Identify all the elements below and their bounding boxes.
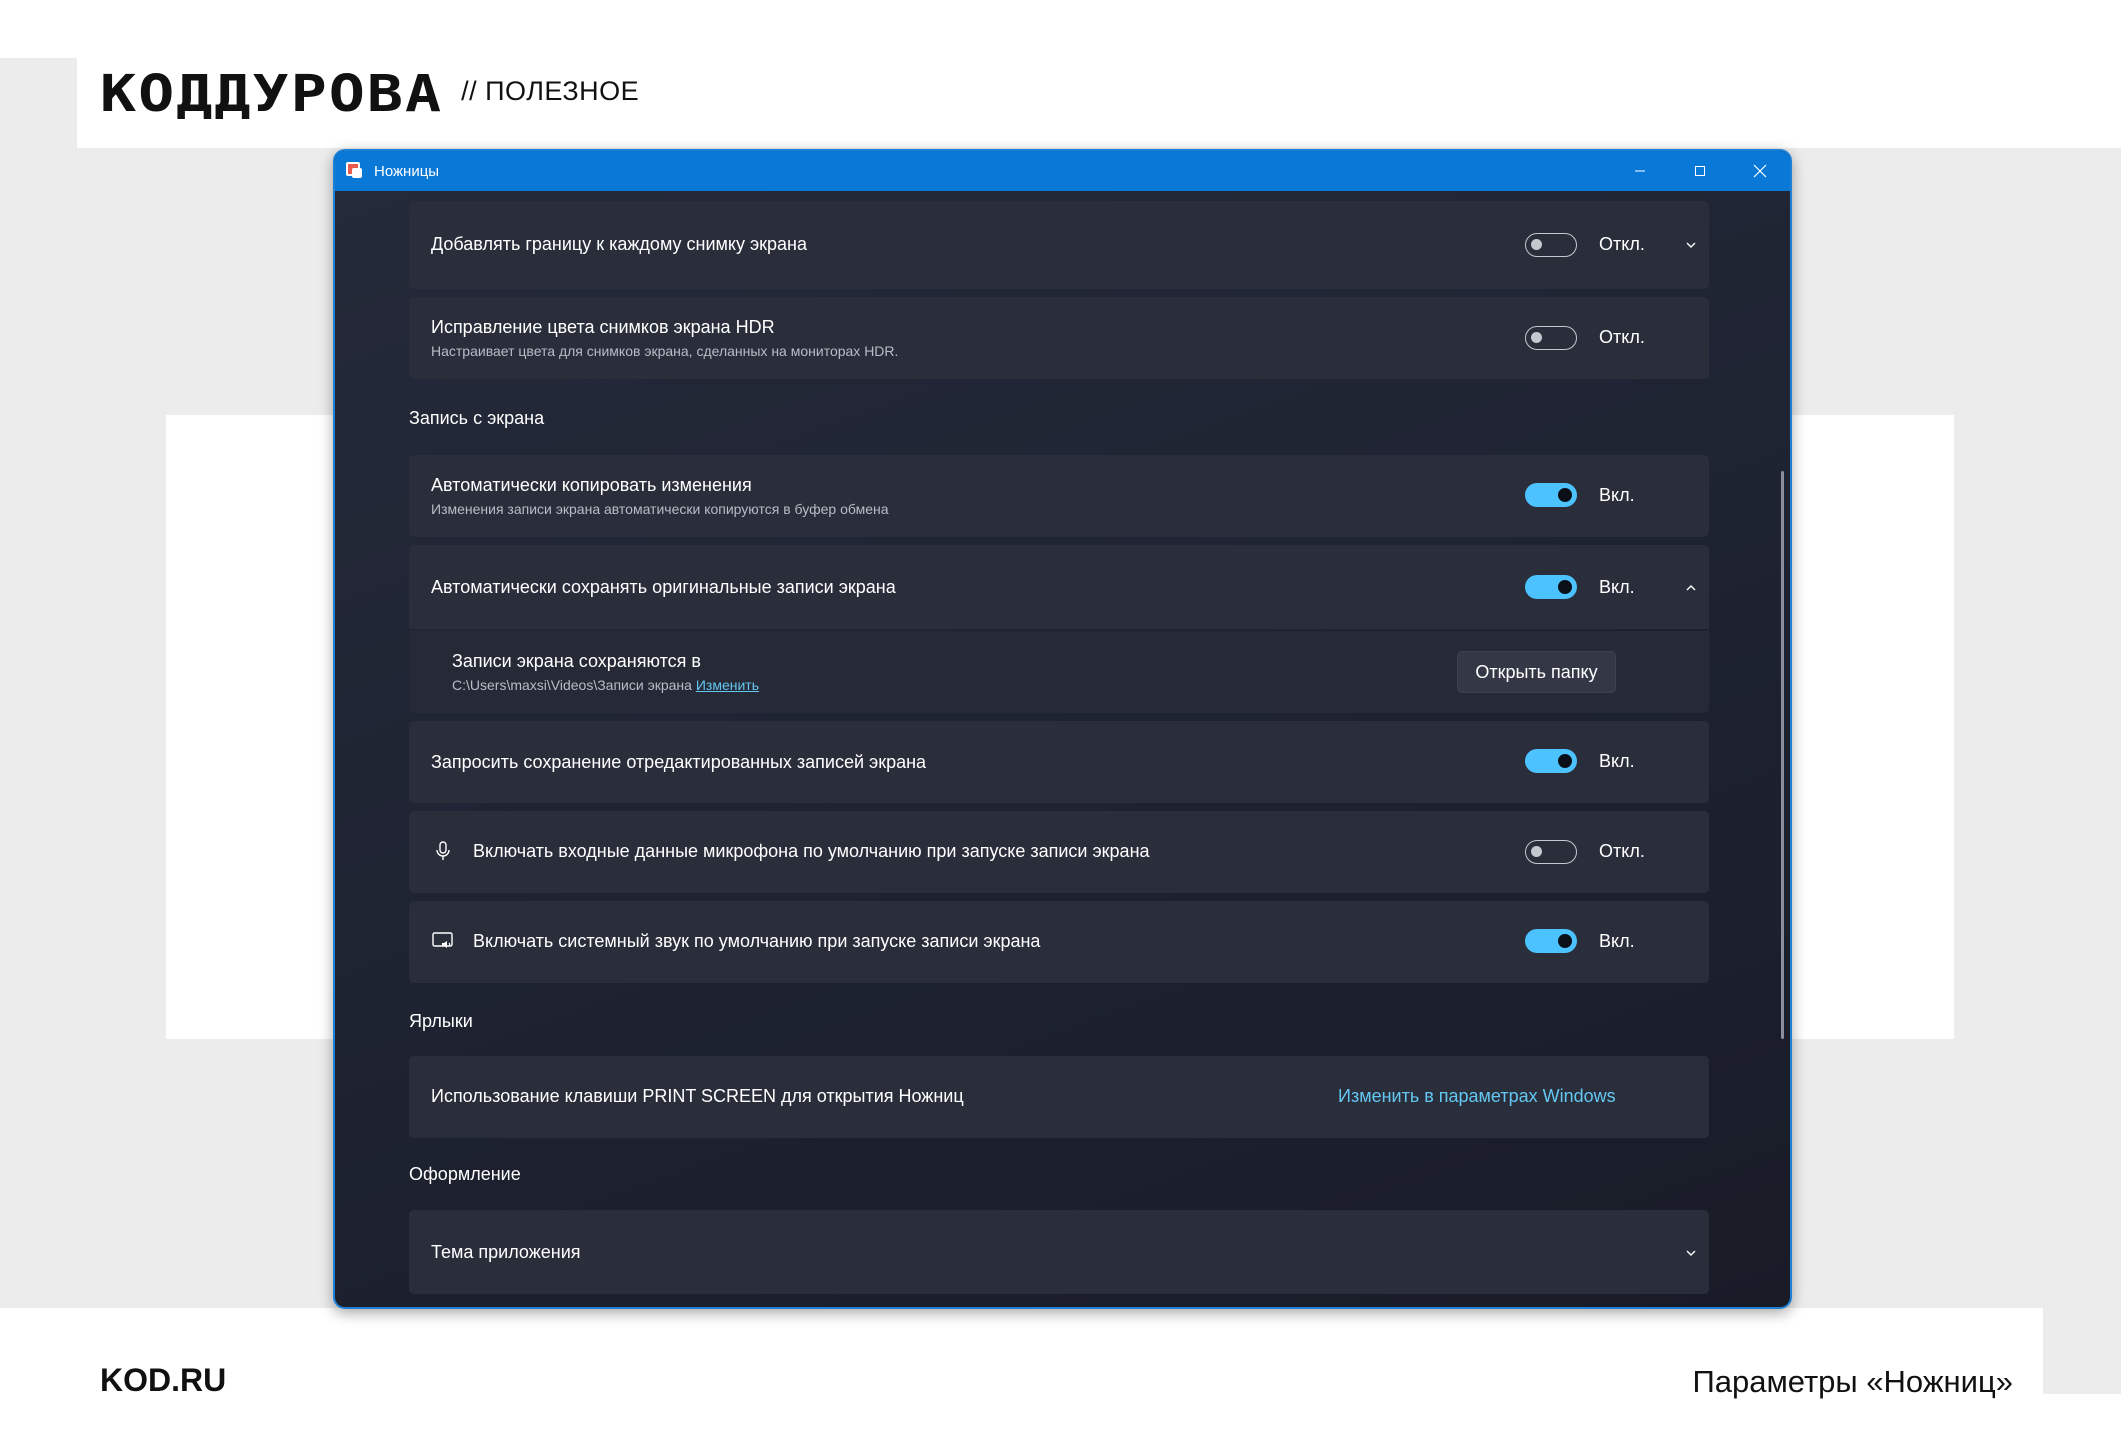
chevron-down-icon[interactable] <box>1684 1246 1698 1260</box>
snipping-tool-icon <box>346 162 364 180</box>
setting-label: Включать системный звук по умолчанию при… <box>473 931 1041 951</box>
setting-label: Запросить сохранение отредактированных з… <box>431 752 927 772</box>
minimize-button[interactable] <box>1610 151 1670 191</box>
brand-header: КОДДУРОВА // ПОЛЕЗНОЕ <box>100 69 639 124</box>
footer-caption: Параметры «Ножниц» <box>1692 1364 2013 1399</box>
save-path: C:\Users\maxsi\Videos\Записи экрана Изме… <box>452 677 759 693</box>
setting-ask-save: Запросить сохранение отредактированных з… <box>409 721 1709 803</box>
brand-tag[interactable]: // ПОЛЕЗНОЕ <box>461 76 639 107</box>
setting-theme[interactable]: Тема приложения <box>409 1210 1709 1294</box>
chevron-down-icon[interactable] <box>1684 238 1698 252</box>
setting-system-audio: Включать системный звук по умолчанию при… <box>409 901 1709 983</box>
setting-print-screen: Использование клавиши PRINT SCREEN для о… <box>409 1056 1709 1138</box>
snipping-tool-window: Ножницы Добавлять границу к каждому сним… <box>333 149 1792 1309</box>
close-button[interactable] <box>1730 151 1790 191</box>
microphone-icon <box>436 841 450 860</box>
toggle-hdr[interactable] <box>1525 326 1577 350</box>
setting-description: Изменения записи экрана автоматически ко… <box>431 501 889 517</box>
setting-label: Автоматически копировать изменения <box>431 475 752 495</box>
footer-site[interactable]: KOD.RU <box>100 1362 226 1399</box>
scrollbar[interactable] <box>1781 471 1784 1039</box>
setting-label: Автоматически сохранять оригинальные зап… <box>431 577 896 597</box>
toggle-microphone[interactable] <box>1525 840 1577 864</box>
toggle-auto-copy[interactable] <box>1525 483 1577 507</box>
open-folder-button[interactable]: Открыть папку <box>1457 651 1616 693</box>
toggle-ask-save[interactable] <box>1525 749 1577 773</box>
maximize-button[interactable] <box>1670 151 1730 191</box>
setting-label: Включать входные данные микрофона по умо… <box>473 841 1150 861</box>
setting-border: Добавлять границу к каждому снимку экран… <box>409 201 1709 289</box>
toggle-state: Вкл. <box>1599 751 1635 771</box>
chevron-up-icon[interactable] <box>1684 581 1698 595</box>
toggle-state: Вкл. <box>1599 485 1635 505</box>
setting-label: Записи экрана сохраняются в <box>452 651 701 671</box>
maximize-icon <box>1695 166 1705 176</box>
minimize-icon <box>1635 170 1645 172</box>
section-title-recording: Запись с экрана <box>409 408 545 428</box>
section-title-appearance: Оформление <box>409 1164 521 1184</box>
setting-label: Тема приложения <box>431 1242 581 1262</box>
setting-auto-copy: Автоматически копировать изменения Измен… <box>409 455 1709 537</box>
setting-auto-save: Автоматически сохранять оригинальные зап… <box>409 545 1709 629</box>
windows-settings-link[interactable]: Изменить в параметрах Windows <box>1338 1086 1616 1107</box>
change-path-link[interactable]: Изменить <box>696 677 759 693</box>
toggle-state: Вкл. <box>1599 931 1635 951</box>
setting-hdr: Исправление цвета снимков экрана HDR Нас… <box>409 297 1709 379</box>
system-audio-icon <box>432 932 453 948</box>
setting-label: Добавлять границу к каждому снимку экран… <box>431 234 807 254</box>
setting-save-location: Записи экрана сохраняются в C:\Users\max… <box>409 631 1709 713</box>
toggle-state: Откл. <box>1599 327 1645 347</box>
toggle-state: Вкл. <box>1599 577 1635 597</box>
setting-microphone: Включать входные данные микрофона по умо… <box>409 811 1709 893</box>
setting-description: Настраивает цвета для снимков экрана, сд… <box>431 343 899 359</box>
toggle-state: Откл. <box>1599 841 1645 861</box>
toggle-border[interactable] <box>1525 233 1577 257</box>
toggle-auto-save[interactable] <box>1525 575 1577 599</box>
page-backdrop-corner <box>2043 1304 2121 1394</box>
save-path-text: C:\Users\maxsi\Videos\Записи экрана <box>452 677 692 693</box>
close-icon <box>1753 164 1767 178</box>
section-title-shortcuts: Ярлыки <box>409 1011 473 1031</box>
toggle-system-audio[interactable] <box>1525 929 1577 953</box>
window-controls <box>1610 151 1790 191</box>
setting-label: Исправление цвета снимков экрана HDR <box>431 317 775 337</box>
toggle-state: Откл. <box>1599 234 1645 254</box>
setting-label: Использование клавиши PRINT SCREEN для о… <box>431 1086 964 1106</box>
brand-logo[interactable]: КОДДУРОВА <box>100 69 443 120</box>
title-bar[interactable]: Ножницы <box>335 151 1790 191</box>
window-title: Ножницы <box>374 162 440 180</box>
